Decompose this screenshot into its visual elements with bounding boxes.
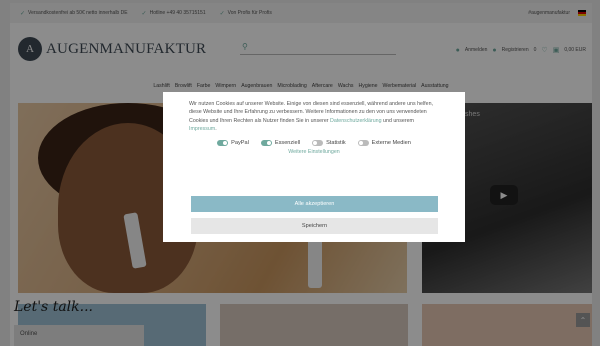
- more-settings-link[interactable]: Weitere Einstellungen: [189, 149, 439, 155]
- toggle-switch[interactable]: [260, 139, 272, 146]
- toggle-external-media[interactable]: Externe Medien: [357, 139, 411, 146]
- toggle-label: Statistik: [326, 139, 346, 146]
- toggle-switch[interactable]: [357, 139, 369, 146]
- cookie-text-part: .: [215, 126, 217, 133]
- privacy-policy-link[interactable]: Datenschutzerklärung: [330, 118, 382, 124]
- accept-all-button[interactable]: Alle akzeptieren: [191, 196, 438, 212]
- toggle-switch[interactable]: [312, 139, 324, 146]
- cookie-text: Wir nutzen Cookies auf unserer Website. …: [189, 100, 439, 134]
- imprint-link[interactable]: Impressum: [189, 126, 215, 132]
- save-button[interactable]: Speichern: [191, 218, 438, 234]
- toggle-label: Externe Medien: [371, 139, 411, 146]
- toggle-label: Essenziell: [274, 139, 301, 146]
- cookie-text-part: und unserem: [381, 117, 414, 124]
- cookie-consent-dialog: Wir nutzen Cookies auf unserer Website. …: [163, 92, 465, 242]
- toggle-switch[interactable]: [217, 139, 229, 146]
- toggle-essential[interactable]: Essenziell: [260, 139, 301, 146]
- toggle-statistics[interactable]: Statistik: [312, 139, 346, 146]
- toggle-paypal[interactable]: PayPal: [217, 139, 249, 146]
- cookie-toggles: PayPal Essenziell Statistik Externe Medi…: [189, 139, 439, 146]
- toggle-label: PayPal: [231, 139, 249, 146]
